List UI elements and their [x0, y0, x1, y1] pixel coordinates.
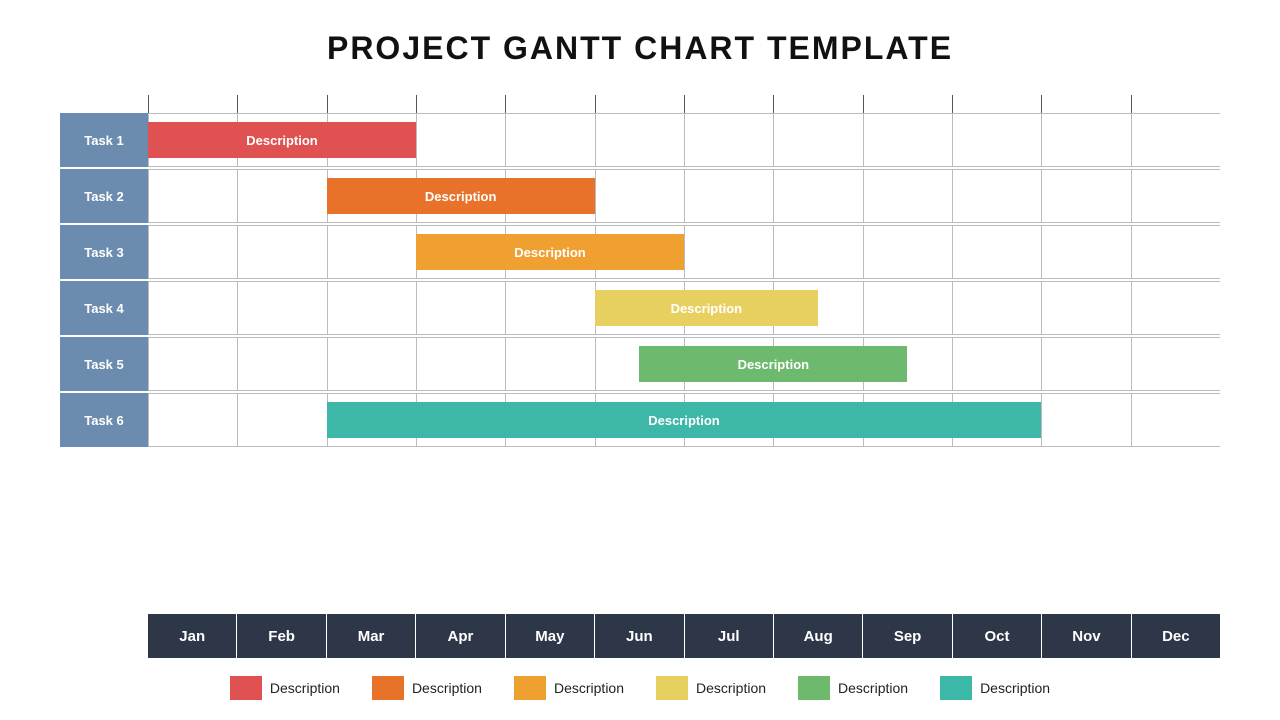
- task-row-task3: Description: [148, 225, 1220, 279]
- month-axis-may: May: [506, 614, 595, 658]
- chart-area: Task 1Task 2Task 3Task 4Task 5Task 6 Des…: [60, 95, 1220, 658]
- month-axis: JanFebMarAprMayJunJulAugSepOctNovDec: [148, 614, 1220, 658]
- legend-swatch-2: [372, 676, 404, 700]
- legend-swatch-4: [656, 676, 688, 700]
- month-axis-jul: Jul: [685, 614, 774, 658]
- legend-item-4: Description: [656, 676, 766, 700]
- task-label-task1: Task 1: [60, 113, 148, 167]
- legend-label-6: Description: [980, 680, 1050, 696]
- legend-label-4: Description: [696, 680, 766, 696]
- month-axis-dec: Dec: [1132, 614, 1220, 658]
- gantt-bar-task6: Description: [327, 402, 1042, 438]
- legend-item-3: Description: [514, 676, 624, 700]
- gantt-bar-task5: Description: [639, 346, 907, 382]
- task-row-task1: Description: [148, 113, 1220, 167]
- task-label-task4: Task 4: [60, 281, 148, 335]
- legend-item-6: Description: [940, 676, 1050, 700]
- grid-area: Description Description Description Descrip…: [148, 95, 1220, 658]
- months-header: [148, 95, 1220, 113]
- task-label-task5: Task 5: [60, 337, 148, 391]
- task-row-task4: Description: [148, 281, 1220, 335]
- month-axis-jan: Jan: [148, 614, 237, 658]
- legend-swatch-5: [798, 676, 830, 700]
- month-axis-sep: Sep: [863, 614, 952, 658]
- month-axis-jun: Jun: [595, 614, 684, 658]
- legend-item-2: Description: [372, 676, 482, 700]
- task-row-task5: Description: [148, 337, 1220, 391]
- task-label-task6: Task 6: [60, 393, 148, 447]
- task-label-task2: Task 2: [60, 169, 148, 223]
- legend-swatch-1: [230, 676, 262, 700]
- rows-container: Description Description Description Descrip…: [148, 113, 1220, 614]
- legend-label-2: Description: [412, 680, 482, 696]
- legend-label-3: Description: [554, 680, 624, 696]
- month-axis-mar: Mar: [327, 614, 416, 658]
- month-axis-oct: Oct: [953, 614, 1042, 658]
- page-title: PROJECT GANTT CHART TEMPLATE: [327, 30, 953, 67]
- legend-item-1: Description: [230, 676, 340, 700]
- task-row-task6: Description: [148, 393, 1220, 447]
- month-axis-aug: Aug: [774, 614, 863, 658]
- chart-wrapper: Task 1Task 2Task 3Task 4Task 5Task 6 Des…: [60, 95, 1220, 700]
- month-axis-apr: Apr: [416, 614, 505, 658]
- task-labels: Task 1Task 2Task 3Task 4Task 5Task 6: [60, 95, 148, 658]
- legend-label-1: Description: [270, 680, 340, 696]
- task-label-task3: Task 3: [60, 225, 148, 279]
- legend-swatch-3: [514, 676, 546, 700]
- gantt-bar-task1: Description: [148, 122, 416, 158]
- task-row-task2: Description: [148, 169, 1220, 223]
- month-axis-nov: Nov: [1042, 614, 1131, 658]
- legend-label-5: Description: [838, 680, 908, 696]
- month-axis-feb: Feb: [237, 614, 326, 658]
- legend-swatch-6: [940, 676, 972, 700]
- legend: Description Description Description Descrip…: [60, 676, 1220, 700]
- gantt-bar-task3: Description: [416, 234, 684, 270]
- gantt-bar-task4: Description: [595, 290, 818, 326]
- gantt-bar-task2: Description: [327, 178, 595, 214]
- legend-item-5: Description: [798, 676, 908, 700]
